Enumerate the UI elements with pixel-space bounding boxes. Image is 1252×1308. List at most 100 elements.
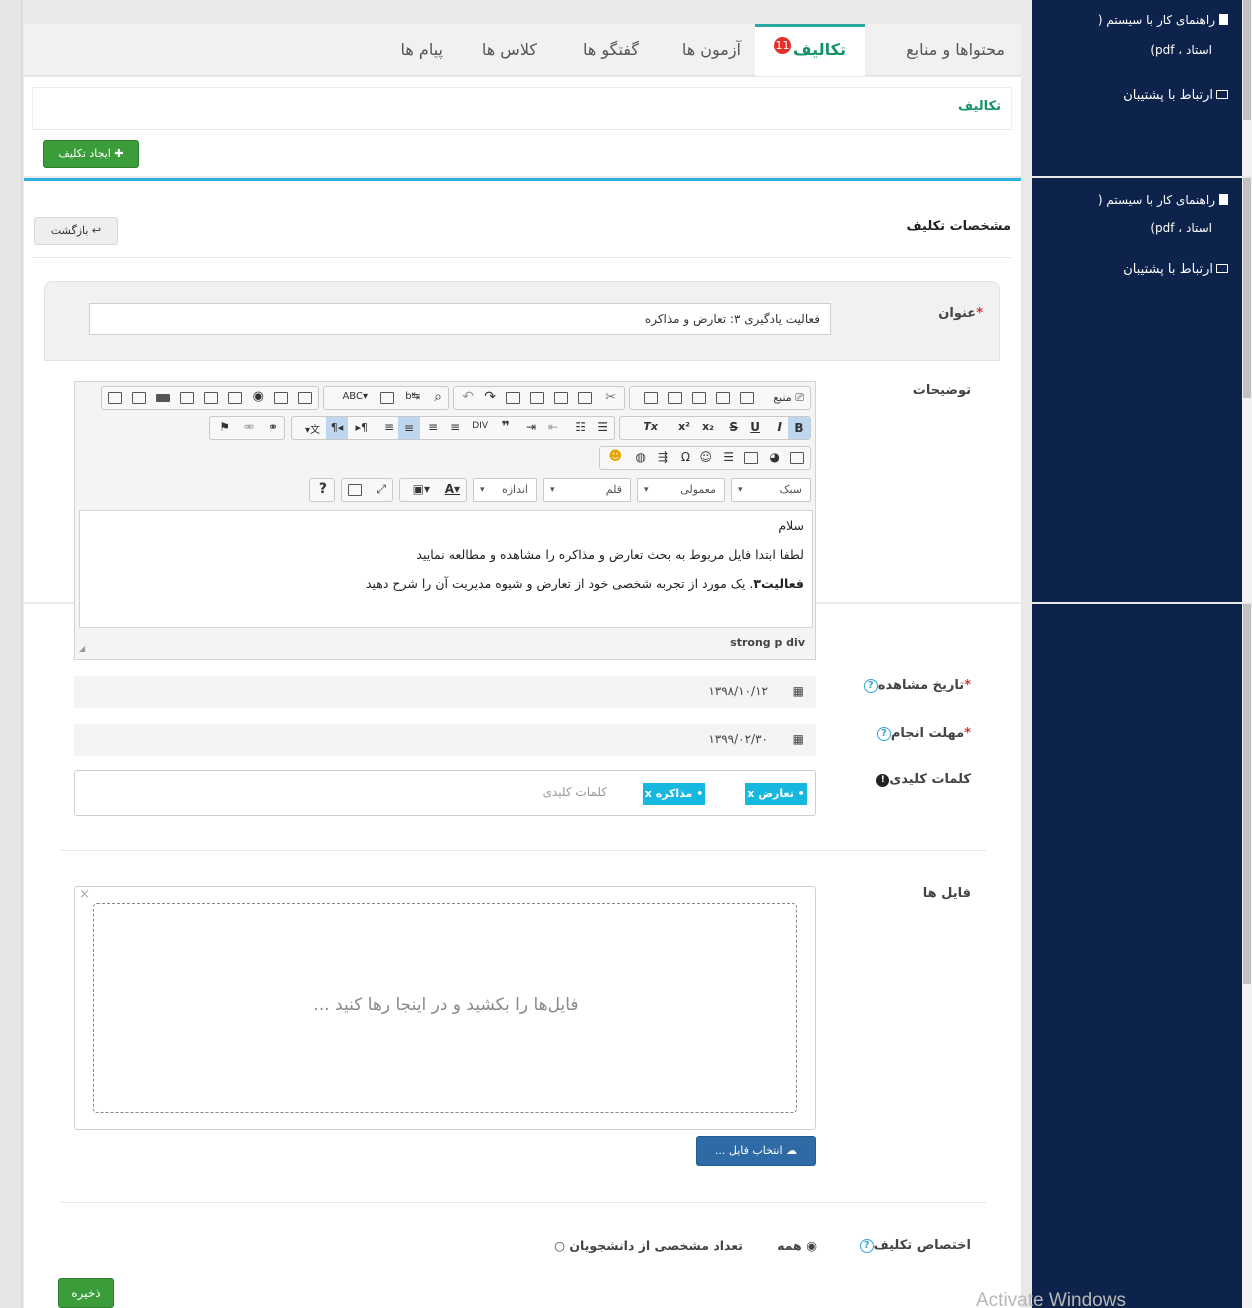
help-icon[interactable]: ? — [319, 481, 327, 497]
sidebar-support-link[interactable]: ارتباط با پشتیبان — [1123, 256, 1228, 284]
align-center-icon[interactable]: ≡ — [428, 420, 438, 434]
align-right-icon[interactable]: ≡ — [398, 417, 420, 439]
sidebar-guide-link[interactable]: راهنمای کار با سیستم ( — [1098, 186, 1228, 214]
subscript-button[interactable]: x₂ — [702, 420, 714, 433]
close-icon[interactable]: × — [79, 887, 90, 902]
tab-discussions[interactable]: گفتگو ها — [583, 24, 639, 76]
horizontal-line-icon[interactable]: ☰ — [723, 450, 734, 464]
keyword-chip[interactable]: • تعارض x — [745, 783, 807, 805]
unlink-icon[interactable]: ⚮ — [244, 420, 254, 434]
sidebar-support-link[interactable]: ارتباط با پشتیبان — [1123, 82, 1228, 110]
back-button[interactable]: ↩ بازگشت — [34, 217, 118, 245]
sidebar-guide-link-cont[interactable]: استاد ، pdf) — [1150, 36, 1212, 64]
cut-icon[interactable]: ✂ — [605, 390, 616, 405]
sidebar-guide-link[interactable]: راهنمای کار با سیستم ( — [1098, 6, 1228, 34]
scrollbar-3[interactable] — [1242, 604, 1252, 1308]
new-page-icon[interactable] — [716, 392, 730, 404]
preview-icon[interactable] — [692, 392, 706, 404]
spellcheck-icon[interactable]: ABC▾ — [342, 391, 368, 402]
div-icon[interactable]: DIV — [472, 421, 488, 431]
blockquote-icon[interactable]: ❞ — [502, 419, 510, 435]
replace-icon[interactable]: b↹ — [405, 391, 420, 402]
emoji-icon[interactable]: ☻ — [608, 449, 622, 464]
image-button-icon[interactable] — [132, 392, 146, 404]
outdent-icon[interactable]: ⇤ — [548, 420, 558, 434]
save-button[interactable]: ذخیره — [58, 1278, 114, 1308]
special-char-icon[interactable]: Ω — [681, 450, 690, 464]
hidden-field-icon[interactable] — [108, 392, 122, 404]
help-icon[interactable]: ? — [859, 1239, 874, 1253]
superscript-button[interactable]: x² — [678, 420, 690, 433]
iframe-icon[interactable]: ◍ — [636, 450, 646, 464]
paste-text-icon[interactable] — [530, 392, 544, 404]
bulleted-list-icon[interactable]: ☰ — [597, 420, 608, 434]
remove-chip-icon[interactable]: x — [645, 787, 652, 800]
calendar-icon[interactable]: ▦ — [793, 684, 804, 698]
maximize-icon[interactable]: ⤢ — [376, 482, 386, 497]
editor-content[interactable]: سلام لطفا ابتدا فایل مربوط به بحث تعارض … — [79, 510, 813, 606]
tab-classes[interactable]: کلاس ها — [482, 24, 537, 76]
checkbox-icon[interactable] — [274, 392, 288, 404]
undo-icon[interactable]: ↶ — [462, 389, 474, 405]
format-combo[interactable]: معمولی — [637, 478, 725, 502]
radio-icon[interactable]: ◉ — [253, 389, 264, 404]
numbered-list-icon[interactable]: ☷ — [575, 420, 586, 434]
paste-word-icon[interactable] — [506, 392, 520, 404]
form-icon[interactable] — [298, 392, 312, 404]
underline-button[interactable]: U — [750, 420, 760, 434]
select-all-icon[interactable] — [380, 392, 394, 404]
show-blocks-icon[interactable] — [348, 484, 362, 496]
rtl-icon[interactable]: ¶◂ — [326, 417, 348, 439]
resize-handle-icon[interactable]: ◢ — [79, 644, 85, 653]
view-date-field[interactable]: ▦ ۱۳۹۸/۱۰/۱۲ — [74, 676, 816, 708]
deadline-field[interactable]: ▦ ۱۳۹۹/۰۲/۳۰ — [74, 724, 816, 756]
print-icon[interactable] — [668, 392, 682, 404]
paste-icon[interactable] — [554, 392, 568, 404]
italic-button[interactable]: I — [778, 420, 782, 434]
remove-chip-icon[interactable]: x — [747, 787, 754, 800]
link-icon[interactable]: ⚭ — [268, 420, 278, 434]
sidebar-guide-link-cont[interactable]: استاد ، pdf) — [1150, 214, 1212, 242]
bold-button[interactable]: B — [788, 417, 810, 439]
find-icon[interactable]: ⌕ — [434, 389, 442, 405]
assign-all-radio[interactable]: ◉ همه — [777, 1238, 817, 1253]
title-input[interactable]: فعالیت یادگیری ۳: تعارض و مذاکره — [89, 303, 831, 335]
redo-icon[interactable]: ↷ — [484, 389, 496, 405]
tab-assignments[interactable]: تکالیف11 — [755, 24, 865, 76]
bg-color-icon[interactable]: ▣▾ — [413, 482, 430, 496]
table-icon[interactable] — [744, 452, 758, 464]
anchor-icon[interactable]: ⚑ — [219, 420, 230, 434]
scrollbar-2[interactable] — [1242, 178, 1252, 602]
size-combo[interactable]: اندازه — [473, 478, 537, 502]
smiley-icon[interactable]: ☺ — [699, 450, 712, 464]
tab-contents[interactable]: محتواها و منابع — [906, 24, 1005, 76]
button-icon[interactable] — [156, 394, 170, 402]
keywords-input[interactable]: • تعارض x • مذاکره x کلمات کلیدی — [74, 770, 816, 816]
source-button[interactable]: ⎚ منبع — [773, 391, 804, 405]
textfield-icon[interactable] — [228, 392, 242, 404]
indent-icon[interactable]: ⇥ — [526, 420, 536, 434]
remove-format-button[interactable]: Tx — [643, 420, 658, 433]
templates-icon[interactable] — [644, 392, 658, 404]
justify-icon[interactable]: ≡ — [384, 420, 394, 434]
copy-icon[interactable] — [578, 392, 592, 404]
help-icon[interactable]: ? — [863, 679, 878, 693]
flash-icon[interactable]: ◕ — [770, 450, 780, 464]
textarea-icon[interactable] — [204, 392, 218, 404]
choose-file-button[interactable]: ☁ انتخاب فایل ... — [696, 1136, 816, 1166]
image-icon[interactable] — [790, 452, 804, 464]
align-left-icon[interactable]: ≡ — [450, 420, 460, 434]
calendar-icon[interactable]: ▦ — [793, 732, 804, 746]
strike-button[interactable]: S — [729, 420, 738, 434]
ltr-icon[interactable]: ▸¶ — [355, 421, 368, 434]
text-color-icon[interactable]: A▾ — [445, 482, 460, 496]
save-icon[interactable] — [740, 392, 754, 404]
font-combo[interactable]: قلم — [543, 478, 631, 502]
tab-exams[interactable]: آزمون ها — [682, 24, 741, 76]
keyword-chip[interactable]: • مذاکره x — [643, 783, 705, 805]
create-assignment-button[interactable]: ✚ ایجاد تکلیف — [43, 140, 139, 168]
style-combo[interactable]: سبک — [731, 478, 811, 502]
language-icon[interactable]: ▾文 — [305, 421, 320, 436]
tab-messages[interactable]: پیام ها — [401, 24, 443, 76]
scrollbar-1[interactable] — [1242, 0, 1252, 176]
